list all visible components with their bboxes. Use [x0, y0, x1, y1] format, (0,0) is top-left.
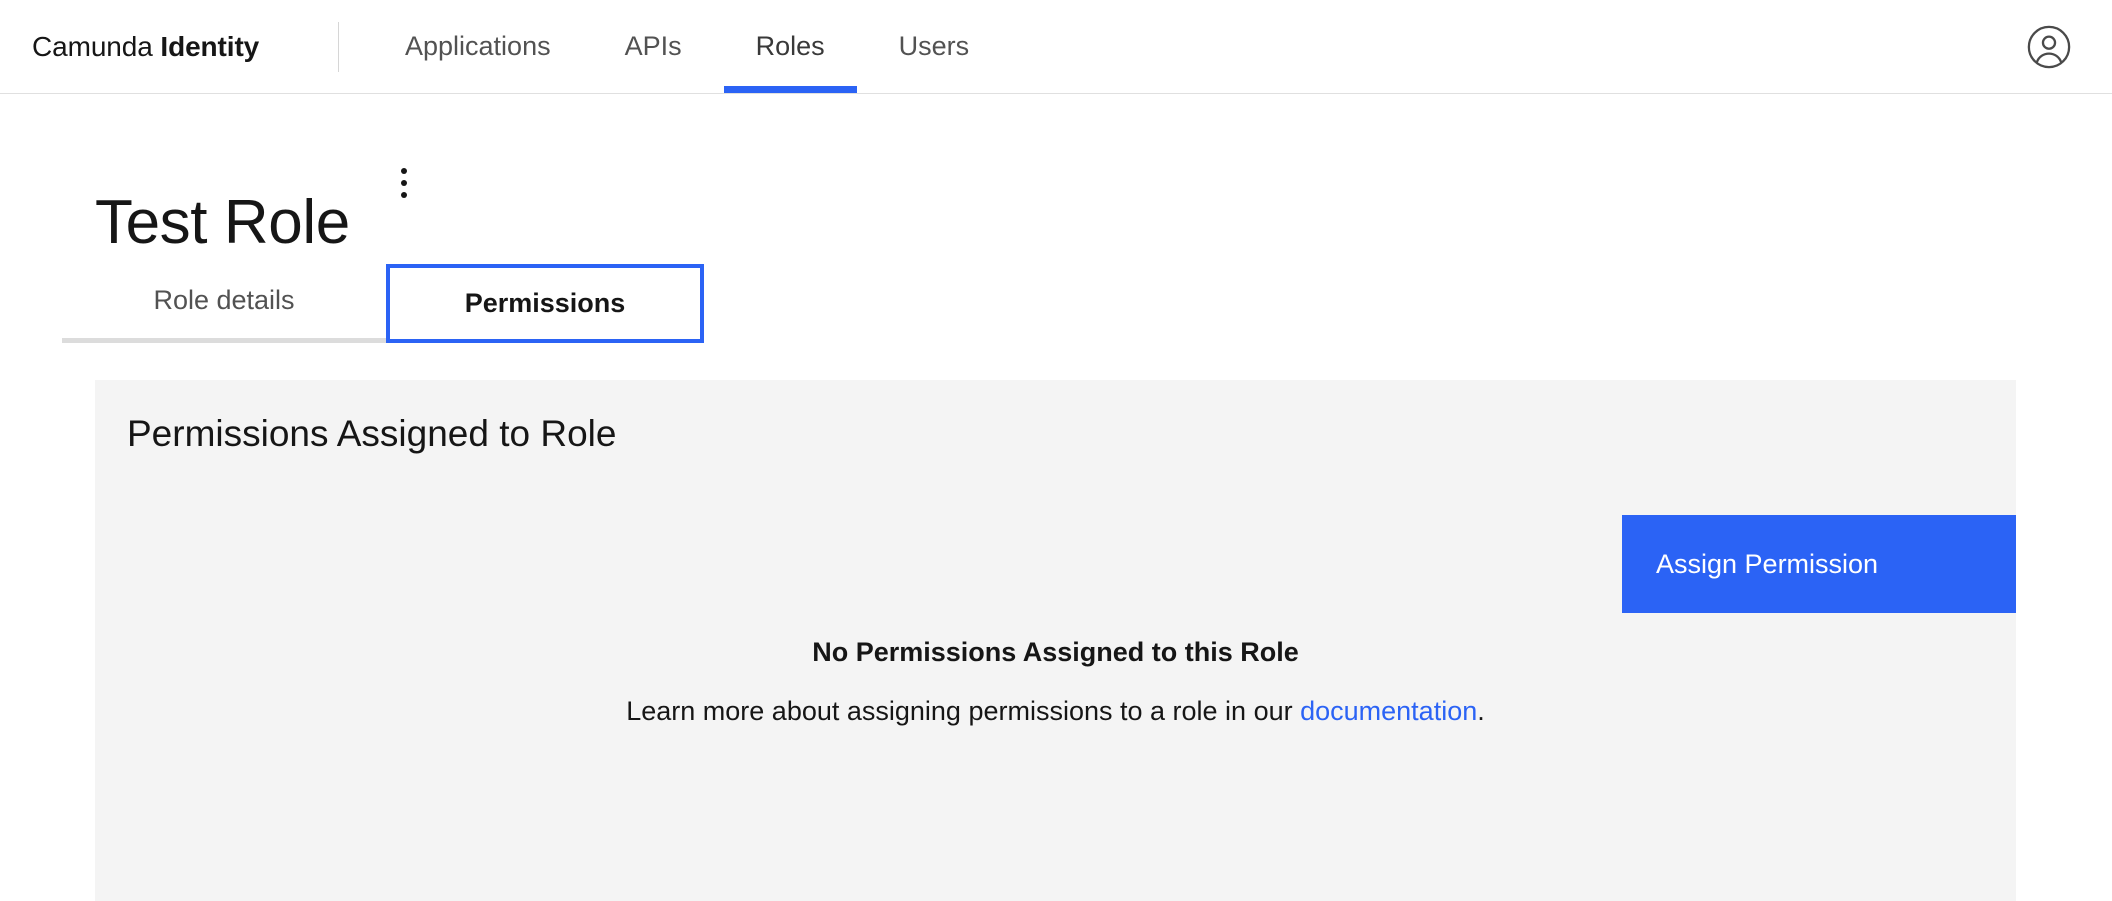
header-divider: [338, 22, 339, 72]
empty-state-text-before: Learn more about assigning permissions t…: [626, 696, 1301, 726]
empty-state-title: No Permissions Assigned to this Role: [812, 637, 1299, 667]
nav-item-users[interactable]: Users: [899, 0, 970, 93]
overflow-dot: [401, 168, 408, 174]
user-avatar-icon[interactable]: [2026, 24, 2072, 70]
tab-list: Role details Permissions: [62, 264, 704, 346]
documentation-link[interactable]: documentation: [1300, 696, 1477, 726]
tab-role-details[interactable]: Role details: [62, 264, 386, 343]
app-header: Camunda Identity Applications APIs Roles Us…: [0, 0, 2112, 94]
nav-item-roles[interactable]: Roles: [723, 0, 857, 93]
assign-permission-button[interactable]: Assign Permission: [1622, 515, 2016, 613]
overflow-menu-vertical-icon[interactable]: [387, 154, 421, 210]
empty-state-description: Learn more about assigning permissions t…: [95, 694, 2016, 728]
overflow-dot: [401, 180, 408, 186]
nav-item-applications[interactable]: Applications: [405, 0, 551, 93]
empty-state-text-after: .: [1477, 696, 1485, 726]
page-title-row: Test Role: [95, 146, 421, 257]
brand-logo[interactable]: Camunda Identity: [32, 31, 259, 63]
page-title: Test Role: [95, 187, 350, 257]
brand-name-suffix: Identity: [160, 31, 260, 62]
empty-state: No Permissions Assigned to this Role Lea…: [95, 635, 2016, 728]
main-navigation: Applications APIs Roles Users: [405, 0, 969, 93]
nav-item-apis[interactable]: APIs: [625, 0, 682, 93]
card-title: Permissions Assigned to Role: [127, 413, 617, 454]
overflow-dot: [401, 192, 408, 198]
tab-permissions[interactable]: Permissions: [386, 264, 704, 343]
permissions-card: Permissions Assigned to Role Assign Perm…: [95, 380, 2016, 901]
brand-name-prefix: Camunda: [32, 31, 161, 62]
